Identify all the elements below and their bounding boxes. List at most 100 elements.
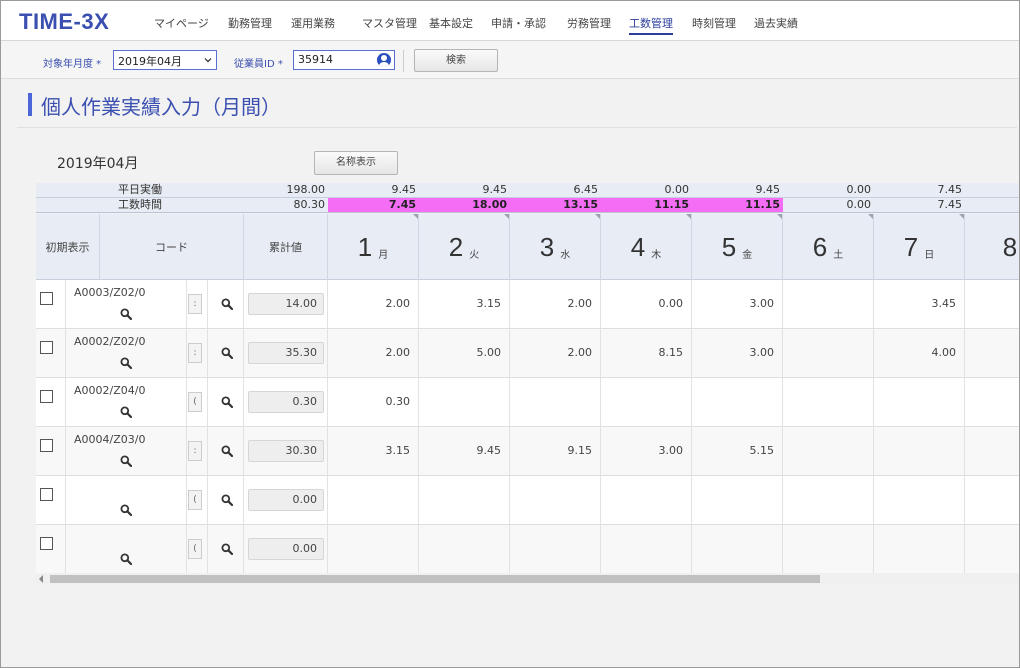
search-icon[interactable] bbox=[221, 494, 233, 506]
day-cell[interactable]: 5.15 bbox=[692, 427, 783, 475]
table-row: A0002/Z02/0: 35.30 2.00 5.00 2.00 8.15 3.00 4.0… bbox=[36, 329, 1019, 378]
corner-marker bbox=[413, 214, 418, 219]
row-checkbox[interactable] bbox=[40, 292, 53, 305]
day-cell[interactable] bbox=[965, 525, 1019, 573]
day-cell[interactable] bbox=[783, 476, 874, 524]
day-cell[interactable] bbox=[692, 476, 783, 524]
top-navigation: TIME-3X マイページ 勤務管理 運用業務 マスタ管理 基本設定 申請・承認 労務管理 工… bbox=[1, 1, 1019, 41]
search-icon[interactable] bbox=[120, 308, 132, 320]
day-cell[interactable]: 3.00 bbox=[601, 427, 692, 475]
nav-item-2[interactable]: 勤務管理 bbox=[228, 15, 272, 31]
day-cell[interactable] bbox=[692, 378, 783, 426]
scrollbar-thumb[interactable] bbox=[50, 575, 820, 583]
day-cell[interactable] bbox=[783, 427, 874, 475]
user-icon[interactable] bbox=[377, 53, 391, 67]
day-cell[interactable] bbox=[965, 280, 1019, 328]
day-cell[interactable] bbox=[601, 476, 692, 524]
day-cell[interactable] bbox=[510, 525, 601, 573]
corner-marker bbox=[686, 214, 691, 219]
code-detail-button[interactable]: : bbox=[188, 294, 202, 314]
employee-id-input[interactable]: 35914 bbox=[293, 50, 395, 70]
nav-item-7[interactable]: 労務管理 bbox=[567, 15, 611, 31]
day-cell[interactable]: 9.45 bbox=[419, 427, 510, 475]
day-cell[interactable] bbox=[783, 280, 874, 328]
cumulative-value: 0.30 bbox=[248, 391, 324, 413]
nav-item-5[interactable]: 基本設定 bbox=[429, 15, 473, 31]
row-checkbox[interactable] bbox=[40, 390, 53, 403]
day-cell[interactable] bbox=[510, 476, 601, 524]
nav-item-10[interactable]: 過去実績 bbox=[754, 15, 798, 31]
search-icon[interactable] bbox=[120, 406, 132, 418]
app-logo[interactable]: TIME-3X bbox=[19, 9, 109, 35]
day-cell[interactable]: 3.15 bbox=[419, 280, 510, 328]
row-checkbox[interactable] bbox=[40, 341, 53, 354]
code-detail-button[interactable]: ( bbox=[188, 539, 202, 559]
day-cell[interactable] bbox=[783, 329, 874, 377]
day-cell[interactable] bbox=[783, 525, 874, 573]
day-cell[interactable] bbox=[328, 525, 419, 573]
search-icon[interactable] bbox=[221, 543, 233, 555]
day-cell[interactable] bbox=[874, 525, 965, 573]
day-cell[interactable]: 4.00 bbox=[874, 329, 965, 377]
day-cell[interactable] bbox=[510, 378, 601, 426]
day-cell[interactable] bbox=[601, 378, 692, 426]
filter-bar: 対象年月度 * 2019年04月 従業員ID * 35914 検索 bbox=[1, 41, 1019, 79]
day-cell[interactable] bbox=[965, 427, 1019, 475]
code-detail-button[interactable]: ( bbox=[188, 490, 202, 510]
search-icon[interactable] bbox=[221, 298, 233, 310]
search-icon[interactable] bbox=[120, 357, 132, 369]
day-cell[interactable] bbox=[419, 525, 510, 573]
scroll-left-icon[interactable] bbox=[39, 575, 43, 583]
day-cell[interactable] bbox=[874, 476, 965, 524]
work-hours-day-3: 13.15 bbox=[510, 198, 601, 212]
name-display-button[interactable]: 名称表示 bbox=[314, 151, 398, 175]
search-icon[interactable] bbox=[221, 445, 233, 457]
day-cell[interactable]: 5.00 bbox=[419, 329, 510, 377]
nav-item-6[interactable]: 申請・承認 bbox=[491, 15, 546, 31]
day-cell[interactable] bbox=[783, 378, 874, 426]
code-detail-button[interactable]: : bbox=[188, 343, 202, 363]
day-cell[interactable]: 2.00 bbox=[328, 280, 419, 328]
nav-item-1[interactable]: マイページ bbox=[154, 15, 209, 31]
day-cell[interactable]: 2.00 bbox=[510, 329, 601, 377]
day-value: 3.15 bbox=[476, 297, 502, 310]
day-cell[interactable]: 9.15 bbox=[510, 427, 601, 475]
day-cell[interactable] bbox=[874, 378, 965, 426]
day-cell[interactable]: 3.15 bbox=[328, 427, 419, 475]
day-cell[interactable] bbox=[965, 476, 1019, 524]
nav-item-4[interactable]: マスタ管理 bbox=[362, 15, 417, 31]
day-cell[interactable]: 0.30 bbox=[328, 378, 419, 426]
day-cell[interactable] bbox=[874, 427, 965, 475]
nav-item-8[interactable]: 工数管理 bbox=[629, 15, 673, 35]
day-cell[interactable]: 3.45 bbox=[874, 280, 965, 328]
day-cell[interactable] bbox=[965, 329, 1019, 377]
day-cell[interactable] bbox=[965, 378, 1019, 426]
day-cell[interactable]: 8.15 bbox=[601, 329, 692, 377]
day-cell[interactable]: 3.00 bbox=[692, 329, 783, 377]
search-button[interactable]: 検索 bbox=[414, 49, 498, 72]
search-icon[interactable] bbox=[120, 504, 132, 516]
row-checkbox[interactable] bbox=[40, 488, 53, 501]
search-icon[interactable] bbox=[120, 553, 132, 565]
row-checkbox[interactable] bbox=[40, 439, 53, 452]
month-select[interactable]: 2019年04月 bbox=[113, 50, 217, 70]
day-cell[interactable] bbox=[692, 525, 783, 573]
row-checkbox[interactable] bbox=[40, 537, 53, 550]
day-cell[interactable]: 2.00 bbox=[510, 280, 601, 328]
day-cell[interactable]: 3.00 bbox=[692, 280, 783, 328]
search-icon[interactable] bbox=[221, 396, 233, 408]
day-cell[interactable] bbox=[601, 525, 692, 573]
search-icon[interactable] bbox=[221, 347, 233, 359]
nav-item-3[interactable]: 運用業務 bbox=[291, 15, 335, 31]
day-cell[interactable] bbox=[419, 378, 510, 426]
horizontal-scrollbar[interactable] bbox=[36, 573, 1019, 585]
search-icon[interactable] bbox=[120, 455, 132, 467]
code-detail-button[interactable]: : bbox=[188, 441, 202, 461]
day-cell[interactable]: 0.00 bbox=[601, 280, 692, 328]
nav-item-9[interactable]: 時刻管理 bbox=[692, 15, 736, 31]
day-cell[interactable] bbox=[328, 476, 419, 524]
day-cell[interactable]: 2.00 bbox=[328, 329, 419, 377]
day-of-week: 木 bbox=[651, 249, 662, 261]
day-cell[interactable] bbox=[419, 476, 510, 524]
code-detail-button[interactable]: ( bbox=[188, 392, 202, 412]
